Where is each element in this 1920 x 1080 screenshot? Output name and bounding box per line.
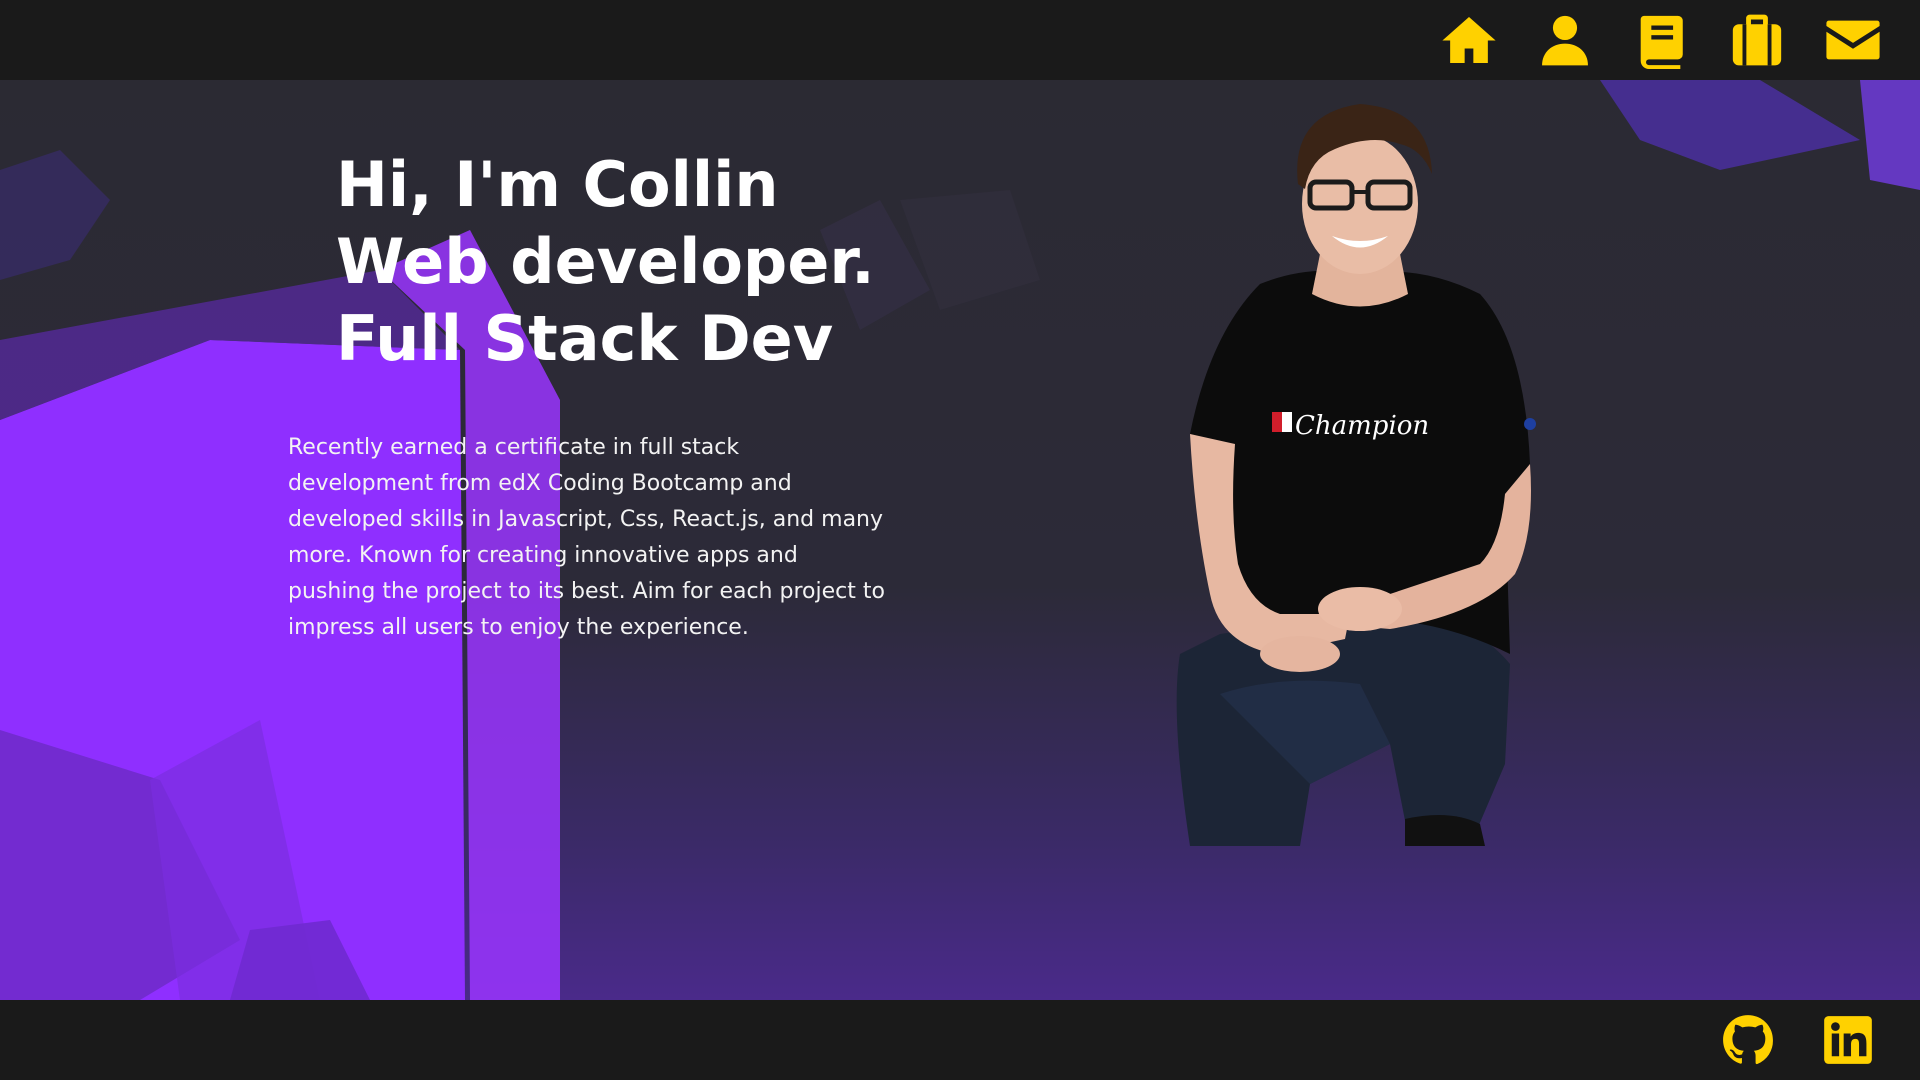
linkedin-icon[interactable] xyxy=(1820,1012,1876,1068)
top-nav-bar xyxy=(0,0,1920,80)
home-icon[interactable] xyxy=(1438,9,1500,71)
hero-bio: Recently earned a certificate in full st… xyxy=(288,435,885,640)
headline-line-3: Full Stack Dev xyxy=(336,302,834,375)
profile-photo: Champion xyxy=(1176,104,1536,846)
shirt-logo-text: Champion xyxy=(1295,411,1429,441)
book-icon[interactable] xyxy=(1630,9,1692,71)
envelope-icon[interactable] xyxy=(1822,9,1884,71)
hero-section: Hi, I'm Collin Web developer. Full Stack… xyxy=(0,80,1920,1000)
briefcase-icon[interactable] xyxy=(1726,9,1788,71)
user-icon[interactable] xyxy=(1534,9,1596,71)
hero-headline: Hi, I'm Collin Web developer. Full Stack… xyxy=(336,146,875,377)
github-icon[interactable] xyxy=(1720,1012,1776,1068)
footer-bar xyxy=(0,1000,1920,1080)
headline-line-2: Web developer. xyxy=(336,225,875,298)
headline-line-1: Hi, I'm Collin xyxy=(336,148,779,221)
